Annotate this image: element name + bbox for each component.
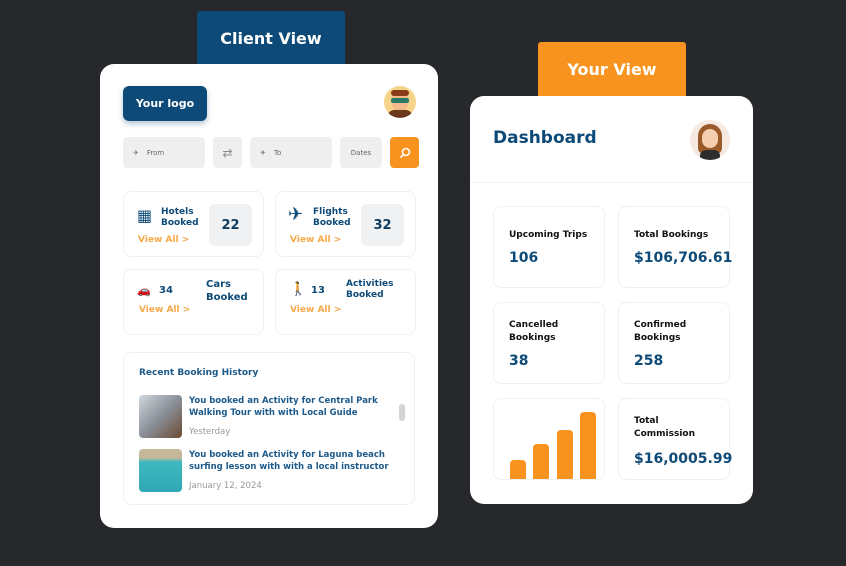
total-bookings-tile[interactable]: Total Bookings $106,706.61: [618, 206, 733, 288]
client-view-tab: Client View: [197, 11, 345, 65]
tile-label: Upcoming Trips: [509, 230, 588, 240]
cars-view-all-link[interactable]: View All >: [139, 305, 190, 315]
tile-value: $16,0005.99: [634, 451, 733, 467]
history-title: Recent Booking History: [139, 368, 259, 378]
hiker-icon: 🚶: [290, 282, 307, 297]
tile-label: Total Commission: [634, 416, 696, 439]
tile-label: Total Bookings: [634, 230, 709, 240]
history-item-date: Yesterday: [189, 427, 231, 437]
chart-bar: [533, 444, 550, 479]
tile-label: Cancelled Bookings: [509, 320, 559, 343]
bookings-bar-chart: [493, 398, 605, 480]
client-view-label: Client View: [220, 28, 322, 48]
dates-input[interactable]: Dates: [340, 137, 382, 168]
hotels-view-all-link[interactable]: View All >: [138, 235, 189, 245]
flights-count: 32: [361, 204, 404, 246]
cancelled-bookings-tile[interactable]: Cancelled Bookings 38: [493, 302, 605, 384]
history-item-thumbnail: [139, 395, 182, 438]
plane-icon: ✈: [260, 148, 266, 157]
history-item-text: You booked an Activity for Central Park …: [189, 396, 378, 418]
search-button[interactable]: [390, 137, 419, 168]
tile-label: Confirmed Bookings: [634, 320, 687, 343]
history-item-date: January 12, 2024: [189, 481, 262, 491]
upcoming-trips-tile[interactable]: Upcoming Trips 106: [493, 206, 605, 288]
dashboard-title: Dashboard: [493, 128, 597, 148]
history-item-text: You booked an Activity for Laguna beach …: [189, 450, 389, 472]
tile-value: 38: [509, 353, 529, 369]
to-input[interactable]: ✈ To: [250, 137, 332, 168]
agent-avatar[interactable]: [690, 120, 730, 160]
tile-value: 258: [634, 353, 664, 369]
hotels-count: 22: [209, 204, 252, 246]
logo-text: Your logo: [135, 97, 195, 110]
chart-bar: [579, 412, 596, 479]
chart-bar: [510, 459, 526, 479]
plane-icon: ✈: [133, 148, 139, 157]
cars-booked-tile[interactable]: 🚗 34 Cars Booked View All >: [123, 269, 264, 335]
cars-label: Cars Booked: [206, 279, 248, 303]
your-view-tab: Your View: [538, 42, 686, 97]
hotel-building-icon: ▦: [137, 206, 153, 225]
your-view-label: Your View: [567, 60, 657, 79]
history-item-thumbnail: [139, 449, 182, 492]
flights-view-all-link[interactable]: View All >: [290, 235, 341, 245]
activities-count: 13: [311, 285, 325, 296]
dashboard-card: Dashboard Upcoming Trips 106 Total Bookin…: [470, 96, 753, 504]
user-avatar[interactable]: [384, 86, 416, 118]
flights-booked-tile[interactable]: ✈ Flights Booked View All > 32: [275, 191, 416, 257]
history-item[interactable]: You booked an Activity for Central Park …: [139, 395, 389, 440]
history-item[interactable]: You booked an Activity for Laguna beach …: [139, 449, 389, 494]
search-icon: [399, 147, 410, 158]
tile-value: $106,706.61: [634, 250, 733, 266]
flights-label: Flights Booked: [313, 207, 351, 228]
to-placeholder: To: [273, 148, 282, 157]
scrollbar-thumb[interactable]: [399, 404, 405, 421]
car-icon: 🚗: [137, 284, 151, 297]
total-commission-tile[interactable]: Total Commission $16,0005.99: [618, 398, 733, 480]
client-view-card: Your logo ✈ From ⇄ ✈ To Dates ▦ Hotels Book…: [100, 64, 438, 528]
hotels-booked-tile[interactable]: ▦ Hotels Booked View All > 22: [123, 191, 264, 257]
airplane-icon: ✈: [288, 204, 304, 225]
activities-label: Activities Booked: [346, 279, 394, 300]
dates-placeholder: Dates: [350, 148, 372, 157]
confirmed-bookings-tile[interactable]: Confirmed Bookings 258: [618, 302, 730, 384]
recent-booking-history: Recent Booking History You booked an Act…: [123, 352, 415, 505]
cars-count: 34: [159, 285, 173, 296]
activities-booked-tile[interactable]: 🚶 13 Activities Booked View All >: [275, 269, 416, 335]
tile-value: 106: [509, 250, 539, 266]
header-divider: [470, 182, 753, 183]
swap-arrows-icon: ⇄: [222, 145, 233, 160]
from-placeholder: From: [146, 148, 165, 157]
hotels-label: Hotels Booked: [161, 207, 199, 228]
logo-button[interactable]: Your logo: [123, 86, 207, 121]
from-input[interactable]: ✈ From: [123, 137, 205, 168]
activities-view-all-link[interactable]: View All >: [290, 305, 341, 315]
chart-bar: [556, 430, 573, 479]
swap-button[interactable]: ⇄: [213, 137, 242, 168]
